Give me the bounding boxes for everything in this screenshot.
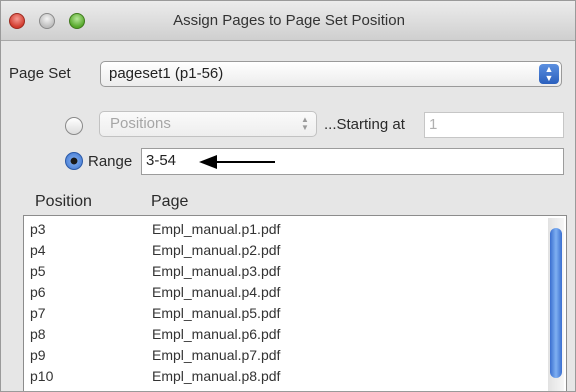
table-row[interactable]: p9 Empl_manual.p7.pdf — [24, 345, 544, 366]
positions-popup[interactable]: Positions ▲ ▼ — [99, 111, 317, 137]
vertical-scrollbar[interactable] — [548, 218, 564, 391]
table-row[interactable]: p5 Empl_manual.p3.pdf — [24, 261, 544, 282]
updown-arrows-icon: ▲ ▼ — [539, 64, 559, 84]
table-row[interactable]: p6 Empl_manual.p4.pdf — [24, 282, 544, 303]
column-header-position[interactable]: Position — [35, 193, 92, 211]
position-cell: p4 — [30, 242, 46, 258]
window-title: Assign Pages to Page Set Position — [173, 12, 405, 29]
position-cell: p9 — [30, 347, 46, 363]
assign-pages-window: Assign Pages to Page Set Position Page S… — [0, 0, 576, 392]
page-list-table[interactable]: p3 Empl_manual.p1.pdf p4 Empl_manual.p2.pd… — [23, 215, 567, 391]
position-cell: p3 — [30, 221, 46, 237]
table-row[interactable]: p10 Empl_manual.p8.pdf — [24, 366, 544, 387]
table-row[interactable]: p3 Empl_manual.p1.pdf — [24, 219, 544, 240]
page-cell: Empl_manual.p4.pdf — [152, 284, 281, 300]
starting-at-label: ...Starting at — [324, 116, 405, 133]
stepper-arrows-icon: ▲ ▼ — [301, 115, 309, 132]
table-row[interactable]: p7 Empl_manual.p5.pdf — [24, 303, 544, 324]
page-cell: Empl_manual.p1.pdf — [152, 221, 281, 237]
position-cell: p8 — [30, 326, 46, 342]
position-cell: p7 — [30, 305, 46, 321]
page-set-label: Page Set — [9, 65, 71, 82]
positions-radio[interactable] — [65, 117, 83, 135]
page-cell: Empl_manual.p5.pdf — [152, 305, 281, 321]
position-cell: p10 — [30, 368, 54, 384]
page-cell: Empl_manual.p6.pdf — [152, 326, 281, 342]
table-row[interactable]: p8 Empl_manual.p6.pdf — [24, 324, 544, 345]
range-radio[interactable] — [65, 152, 83, 170]
range-label: Range — [88, 153, 133, 170]
annotation-arrow-line — [213, 161, 275, 163]
position-cell: p6 — [30, 284, 46, 300]
page-cell: Empl_manual.p7.pdf — [152, 347, 281, 363]
page-set-value: pageset1 (p1-56) — [109, 65, 224, 82]
page-cell: Empl_manual.p2.pdf — [152, 242, 281, 258]
table-row[interactable]: p4 Empl_manual.p2.pdf — [24, 240, 544, 261]
page-cell: Empl_manual.p3.pdf — [152, 263, 281, 279]
title-bar[interactable]: Assign Pages to Page Set Position — [1, 1, 575, 41]
scroll-thumb[interactable] — [550, 228, 562, 378]
page-cell: Empl_manual.p8.pdf — [152, 368, 281, 384]
positions-option-label: Positions — [110, 115, 171, 132]
column-header-page[interactable]: Page — [151, 193, 188, 211]
position-cell: p5 — [30, 263, 46, 279]
page-set-popup[interactable]: pageset1 (p1-56) ▲ ▼ — [100, 61, 562, 87]
starting-at-field[interactable]: 1 — [424, 112, 564, 138]
